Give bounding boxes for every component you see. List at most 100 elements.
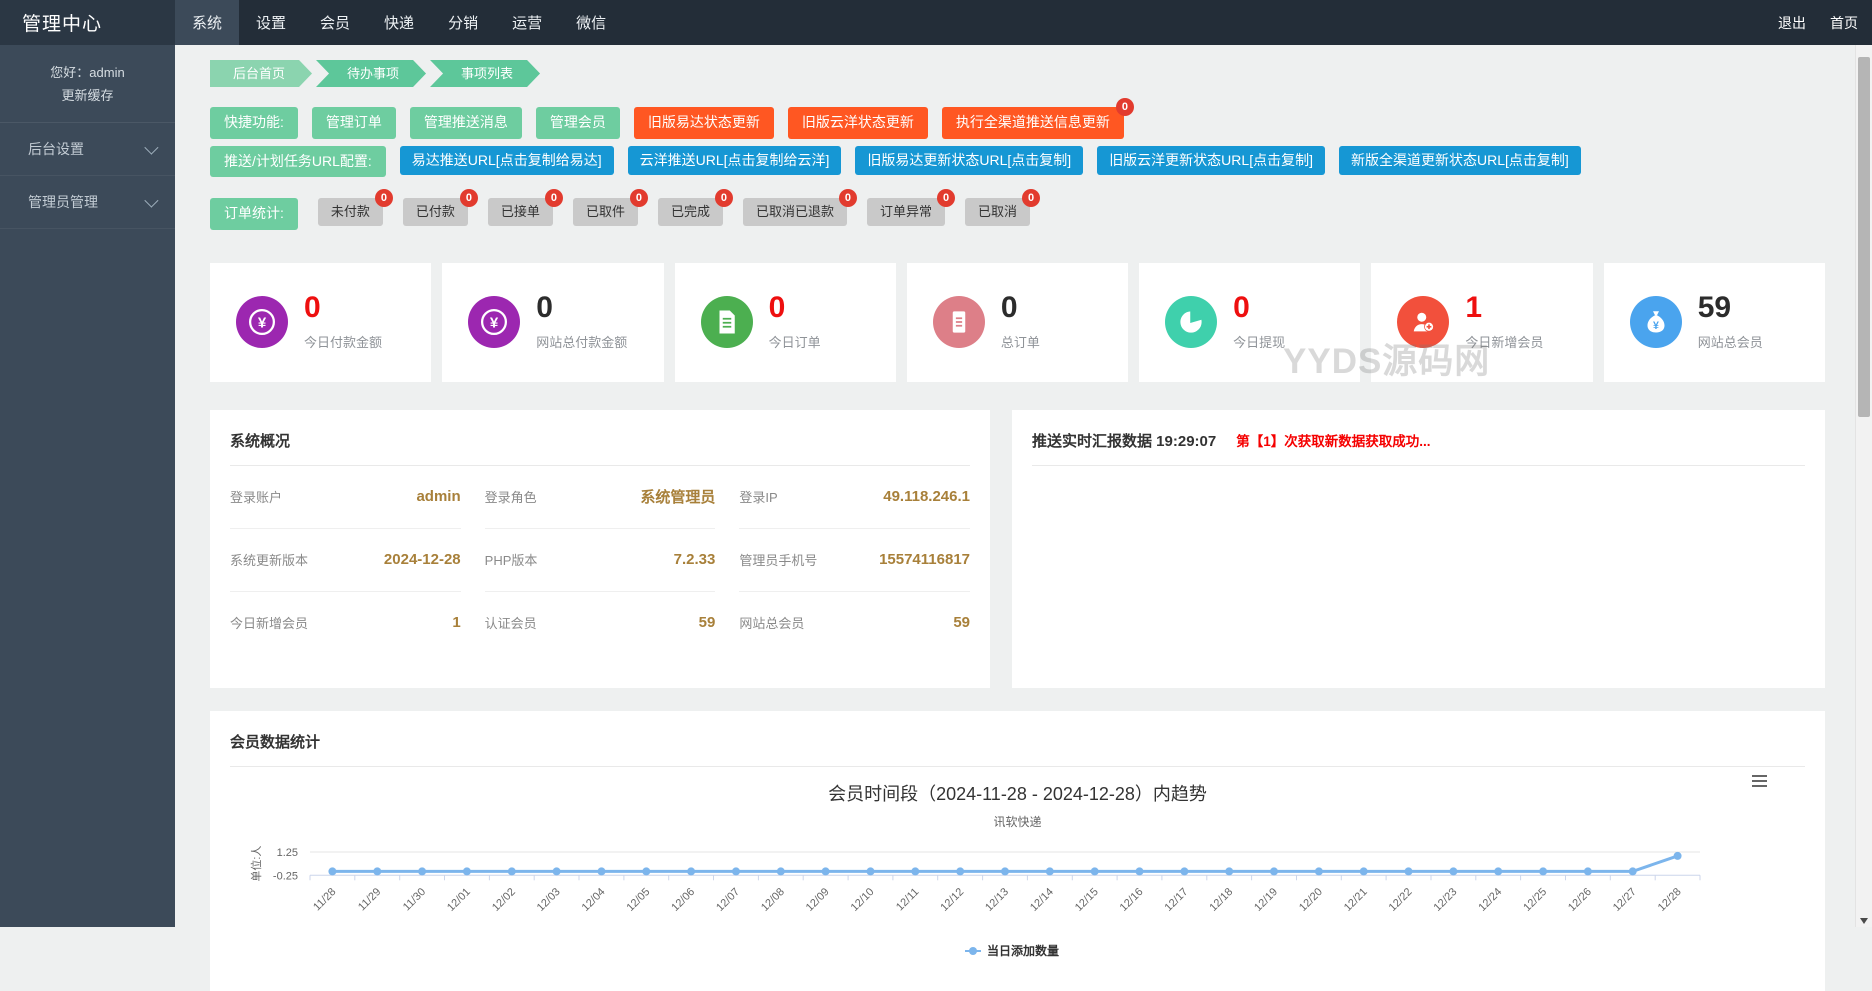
overview-label: 登录角色: [485, 487, 537, 506]
stat-label: 今日付款金额: [304, 332, 382, 351]
stat-label: 总订单: [1001, 332, 1040, 351]
overview-cell: 系统更新版本2024-12-28: [230, 529, 461, 592]
badge-count: 0: [460, 189, 478, 207]
overview-label: 登录IP: [739, 487, 777, 506]
svg-text:12/02: 12/02: [490, 885, 518, 913]
breadcrumb-item[interactable]: 事项列表: [430, 60, 540, 87]
svg-text:12/03: 12/03: [535, 885, 563, 913]
scrollbar-down-arrow-icon[interactable]: [1856, 918, 1872, 924]
svg-text:12/18: 12/18: [1207, 885, 1235, 913]
member-stats-title: 会员数据统计: [230, 727, 1805, 767]
chart-menu-icon[interactable]: [1752, 775, 1767, 790]
quick-action-button[interactable]: 管理推送消息: [410, 107, 522, 139]
svg-text:11/28: 11/28: [311, 885, 338, 912]
svg-text:12/13: 12/13: [983, 885, 1011, 913]
svg-text:12/26: 12/26: [1566, 885, 1594, 913]
badge-count: 0: [1022, 189, 1040, 207]
svg-text:12/16: 12/16: [1118, 885, 1146, 913]
url-copy-button[interactable]: 易达推送URL[点击复制给易达]: [400, 146, 614, 176]
main-menu: 系统设置会员快递分销运营微信: [175, 0, 623, 45]
vertical-scrollbar[interactable]: [1855, 45, 1872, 927]
stat-card: 1今日新增会员: [1371, 263, 1592, 382]
refresh-cache-link[interactable]: 更新缓存: [0, 84, 175, 107]
sidebar-item[interactable]: 管理员管理: [0, 176, 175, 229]
quick-action-button[interactable]: 管理订单: [312, 107, 396, 139]
status-update-button[interactable]: 执行全渠道推送信息更新: [942, 107, 1124, 139]
push-report-title: 推送实时汇报数据 19:29:07: [1032, 430, 1216, 451]
nav-tab[interactable]: 运营: [495, 0, 559, 45]
stat-label: 今日新增会员: [1465, 332, 1543, 351]
quick-actions-label: 快捷功能:: [210, 107, 298, 139]
status-update-button[interactable]: 旧版云洋状态更新: [788, 107, 928, 139]
status-update-button[interactable]: 旧版易达状态更新: [634, 107, 774, 139]
order-status-button[interactable]: 已完成: [658, 198, 723, 226]
order-status-button[interactable]: 未付款: [318, 198, 383, 226]
chart-legend[interactable]: 当日添加数量: [965, 943, 1059, 958]
pie-icon: [1165, 296, 1217, 348]
svg-text:12/19: 12/19: [1252, 885, 1280, 913]
sidebar-item-label: 后台设置: [28, 139, 84, 159]
order-status-button[interactable]: 订单异常: [867, 198, 945, 226]
stat-card: 0 总订单: [907, 263, 1128, 382]
svg-text:1.25: 1.25: [277, 847, 298, 859]
overview-cell: PHP版本7.2.33: [485, 529, 716, 592]
quick-action-button[interactable]: 管理会员: [536, 107, 620, 139]
breadcrumb-item[interactable]: 后台首页: [210, 60, 312, 87]
svg-text:12/17: 12/17: [1163, 885, 1191, 913]
breadcrumb-item[interactable]: 待办事项: [316, 60, 426, 87]
svg-text:当日添加数量: 当日添加数量: [987, 943, 1059, 958]
order-status-button[interactable]: 已付款: [403, 198, 468, 226]
svg-text:12/14: 12/14: [1028, 885, 1056, 913]
overview-cell: 登录账户admin: [230, 466, 461, 529]
stat-value: 0: [1001, 293, 1040, 323]
svg-text:12/24: 12/24: [1476, 885, 1504, 913]
overview-value: 1: [452, 614, 460, 631]
breadcrumb: 后台首页待办事项事项列表: [210, 60, 1825, 87]
url-copy-button[interactable]: 旧版云洋更新状态URL[点击复制]: [1097, 146, 1325, 176]
url-copy-button[interactable]: 新版全渠道更新状态URL[点击复制]: [1339, 146, 1581, 176]
sidebar-item-label: 管理员管理: [28, 192, 98, 212]
file-icon: [701, 296, 753, 348]
svg-text:12/25: 12/25: [1521, 885, 1549, 913]
scrollbar-thumb[interactable]: [1858, 57, 1870, 417]
nav-tab[interactable]: 快递: [367, 0, 431, 45]
sidebar-item[interactable]: 后台设置: [0, 123, 175, 176]
svg-text:12/23: 12/23: [1432, 885, 1460, 913]
order-status-button[interactable]: 已接单: [488, 198, 553, 226]
order-status-button[interactable]: 已取件: [573, 198, 638, 226]
svg-text:12/04: 12/04: [580, 885, 608, 913]
stat-label: 今日订单: [769, 332, 821, 351]
overview-label: 管理员手机号: [739, 550, 817, 569]
overview-value: 7.2.33: [674, 551, 716, 568]
overview-value: 2024-12-28: [384, 551, 461, 568]
badge-count: 0: [545, 189, 563, 207]
main-content: 后台首页待办事项事项列表 快捷功能: 管理订单管理推送消息管理会员旧版易达状态更新…: [175, 45, 1872, 927]
nav-tab[interactable]: 会员: [303, 0, 367, 45]
nav-tab[interactable]: 设置: [239, 0, 303, 45]
svg-text:12/28: 12/28: [1656, 885, 1684, 913]
nav-tab[interactable]: 系统: [175, 0, 239, 45]
order-status-button[interactable]: 已取消已退款: [743, 198, 847, 226]
overview-label: 今日新增会员: [230, 613, 308, 632]
nav-tab[interactable]: 分销: [431, 0, 495, 45]
nav-tab[interactable]: 微信: [559, 0, 623, 45]
navbar-right: 退出 首页: [1778, 0, 1872, 45]
svg-text:¥: ¥: [490, 314, 499, 331]
logout-link[interactable]: 退出: [1778, 13, 1806, 33]
push-config-row: 推送/计划任务URL配置:易达推送URL[点击复制给易达]云洋推送URL[点击复…: [210, 146, 1825, 178]
system-overview-grid: 登录账户admin 登录角色系统管理员 登录IP 49.118.246.1 系统更新版本…: [230, 466, 970, 654]
url-copy-button[interactable]: 旧版易达更新状态URL[点击复制]: [855, 146, 1083, 176]
svg-text:11/30: 11/30: [401, 885, 428, 912]
home-link[interactable]: 首页: [1830, 13, 1858, 33]
svg-text:12/05: 12/05: [624, 885, 652, 913]
chevron-down-icon: [144, 193, 158, 207]
order-status-button[interactable]: 已取消: [965, 198, 1030, 226]
order-stats-row: 订单统计:未付款0已付款0已接单0已取件0已完成0已取消已退款0订单异常0已取消…: [210, 198, 1825, 230]
trend-chart: 单位:人1.25-0.2511/2811/2911/3012/0112/0212…: [230, 838, 1805, 978]
push-report-header: 推送实时汇报数据 19:29:07 第【1】次获取新数据获取成功...: [1032, 426, 1805, 466]
stat-label: 网站总会员: [1698, 332, 1763, 351]
url-copy-button[interactable]: 云洋推送URL[点击复制给云洋]: [628, 146, 842, 176]
overview-cell: 登录角色系统管理员: [485, 466, 716, 529]
badge-count: 0: [937, 189, 955, 207]
overview-value: 49.118.246.1: [883, 488, 970, 505]
